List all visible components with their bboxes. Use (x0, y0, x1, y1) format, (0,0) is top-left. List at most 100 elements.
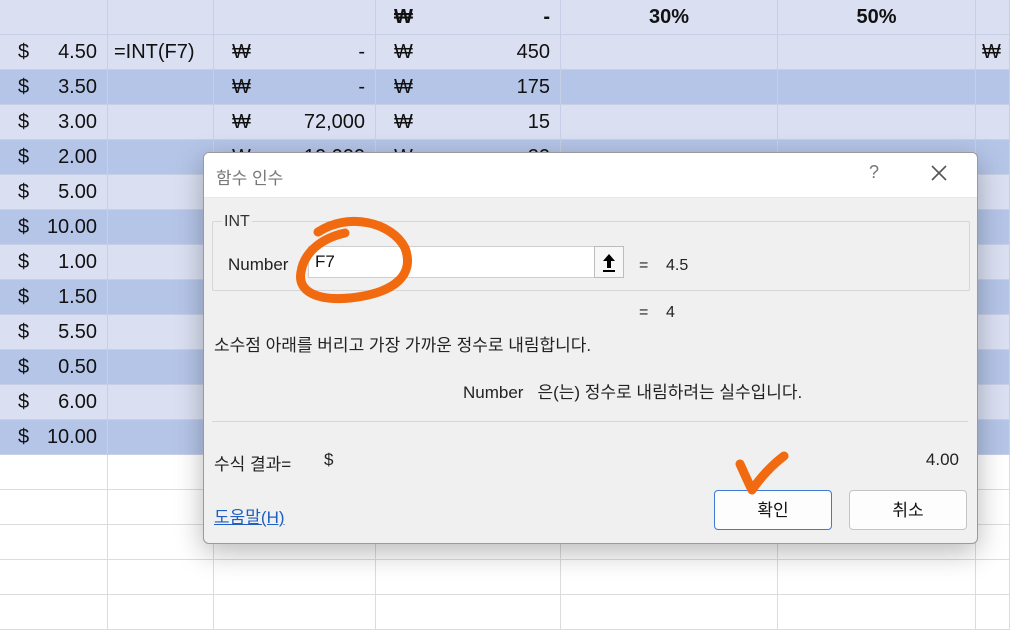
cell[interactable]: 30% (561, 0, 778, 35)
cell[interactable]: =INT(F7) (108, 35, 214, 70)
cell[interactable] (108, 315, 214, 350)
cell[interactable] (214, 560, 376, 595)
help-icon[interactable]: ? (869, 162, 879, 183)
won-value: 450 (516, 41, 550, 63)
cell[interactable] (0, 455, 108, 490)
cell[interactable]: $3.50 (0, 70, 108, 105)
cell[interactable] (108, 420, 214, 455)
cell[interactable]: $5.50 (0, 315, 108, 350)
cell[interactable]: $3.00 (0, 105, 108, 140)
cell[interactable] (561, 105, 778, 140)
cell[interactable] (108, 0, 214, 35)
cell[interactable] (976, 490, 1010, 525)
cell[interactable] (778, 35, 976, 70)
cell[interactable] (108, 350, 214, 385)
cell[interactable] (976, 245, 1010, 280)
cell[interactable]: $4.50 (0, 35, 108, 70)
won-value: 175 (516, 76, 550, 98)
cell[interactable] (108, 245, 214, 280)
cell[interactable] (561, 70, 778, 105)
cell[interactable]: $10.00 (0, 420, 108, 455)
cell[interactable]: ₩175 (376, 70, 561, 105)
cancel-button[interactable]: 취소 (849, 490, 967, 530)
cell[interactable]: ₩15 (376, 105, 561, 140)
cell[interactable] (108, 210, 214, 245)
won-value: 72,000 (303, 111, 365, 133)
cell[interactable] (976, 315, 1010, 350)
function-description: 소수점 아래를 버리고 가장 가까운 정수로 내림합니다. (214, 336, 592, 355)
cell[interactable] (376, 560, 561, 595)
cell[interactable] (778, 595, 976, 630)
function-name-label: INT (222, 213, 252, 231)
cell[interactable]: $5.00 (0, 175, 108, 210)
cell[interactable] (561, 35, 778, 70)
cell[interactable] (976, 595, 1010, 630)
cell[interactable] (976, 140, 1010, 175)
pct-50-header: 50% (856, 6, 897, 28)
cell[interactable] (976, 525, 1010, 560)
cell[interactable]: ₩450 (376, 35, 561, 70)
cell[interactable] (108, 560, 214, 595)
cell[interactable]: $1.00 (0, 245, 108, 280)
price-value: 6.00 (58, 391, 97, 413)
ok-button[interactable]: 확인 (714, 490, 832, 530)
cell[interactable]: ₩ - (376, 0, 561, 35)
cell[interactable] (0, 525, 108, 560)
cell[interactable]: $2.00 (0, 140, 108, 175)
cell[interactable] (976, 455, 1010, 490)
cell[interactable]: ₩ (976, 35, 1010, 70)
cell[interactable]: $10.00 (0, 210, 108, 245)
cell[interactable] (108, 140, 214, 175)
cell[interactable] (108, 175, 214, 210)
won-symbol: ₩ (394, 41, 413, 63)
cell[interactable] (976, 105, 1010, 140)
cell[interactable]: ₩ - (214, 35, 376, 70)
cell[interactable] (214, 0, 376, 35)
cell[interactable]: $6.00 (0, 385, 108, 420)
cell[interactable] (976, 280, 1010, 315)
cell[interactable] (976, 70, 1010, 105)
cell[interactable] (976, 560, 1010, 595)
cell[interactable]: 50% (778, 0, 976, 35)
cell[interactable]: ₩ - (214, 70, 376, 105)
cell[interactable] (778, 70, 976, 105)
cell[interactable]: ₩72,000 (214, 105, 376, 140)
cell[interactable] (108, 595, 214, 630)
cell[interactable] (976, 0, 1010, 35)
cell[interactable] (976, 385, 1010, 420)
cell[interactable]: $1.50 (0, 280, 108, 315)
table-row: $3.50 ₩ - ₩175 (0, 70, 1010, 105)
price-value: 1.50 (58, 286, 97, 308)
cell[interactable] (108, 490, 214, 525)
cell[interactable] (0, 490, 108, 525)
cell[interactable] (778, 105, 976, 140)
cell[interactable] (108, 70, 214, 105)
collapse-dialog-button[interactable] (594, 246, 624, 278)
cell[interactable] (976, 350, 1010, 385)
number-arg-input[interactable] (308, 246, 596, 278)
formula-result-value: 4.00 (925, 450, 959, 469)
cell[interactable] (108, 105, 214, 140)
cell[interactable] (0, 560, 108, 595)
cell[interactable] (778, 560, 976, 595)
cell[interactable] (376, 595, 561, 630)
cell[interactable] (976, 175, 1010, 210)
cell[interactable] (108, 280, 214, 315)
cell[interactable] (108, 525, 214, 560)
help-link[interactable]: 도움말(H) (214, 503, 285, 528)
cell[interactable] (108, 385, 214, 420)
upload-arrow-icon (603, 254, 615, 272)
close-icon[interactable] (927, 161, 951, 185)
cell[interactable]: $0.50 (0, 350, 108, 385)
cell[interactable] (976, 420, 1010, 455)
cell[interactable] (976, 210, 1010, 245)
cell[interactable] (214, 595, 376, 630)
cell[interactable] (561, 560, 778, 595)
currency-symbol: $ (18, 356, 30, 378)
cell[interactable] (0, 595, 108, 630)
won-value: - (358, 41, 365, 63)
cell[interactable] (561, 595, 778, 630)
cell[interactable] (108, 455, 214, 490)
cell[interactable] (0, 0, 108, 35)
table-row: $3.00 ₩72,000 ₩15 (0, 105, 1010, 140)
